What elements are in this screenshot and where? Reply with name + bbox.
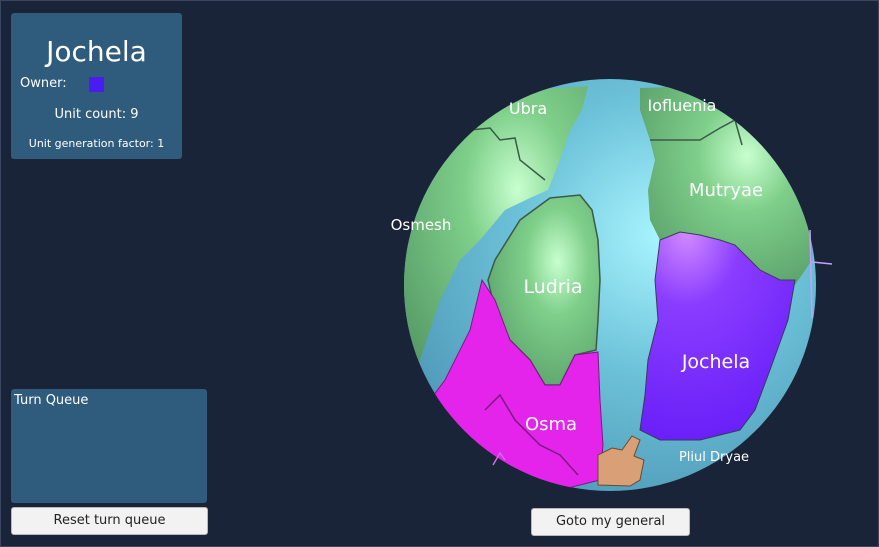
turn-queue-panel: Turn Queue (11, 389, 207, 503)
owner-label: Owner: (20, 76, 67, 91)
region-name: Jochela (46, 35, 147, 68)
label-ubra[interactable]: Ubra (509, 99, 547, 118)
owner-color-swatch (89, 77, 104, 92)
label-osmesh[interactable]: Osmesh (391, 216, 452, 234)
goto-general-button[interactable]: Goto my general (531, 508, 690, 536)
turn-queue-title: Turn Queue (14, 393, 89, 408)
label-iofluenia[interactable]: Iofluenia (648, 96, 717, 115)
label-osma[interactable]: Osma (525, 414, 577, 435)
label-ludria[interactable]: Ludria (523, 276, 582, 298)
reset-turn-queue-button[interactable]: Reset turn queue (11, 507, 208, 535)
label-mutryae[interactable]: Mutryae (689, 180, 763, 201)
label-jochela[interactable]: Jochela (681, 351, 750, 373)
unit-generation-factor: Unit generation factor: 1 (28, 137, 165, 150)
unit-count: Unit count: 9 (54, 107, 139, 122)
region-info-panel: Jochela Owner: Unit count: 9 Unit genera… (11, 13, 182, 159)
label-pliul-dryae[interactable]: Pliul Dryae (679, 450, 749, 465)
